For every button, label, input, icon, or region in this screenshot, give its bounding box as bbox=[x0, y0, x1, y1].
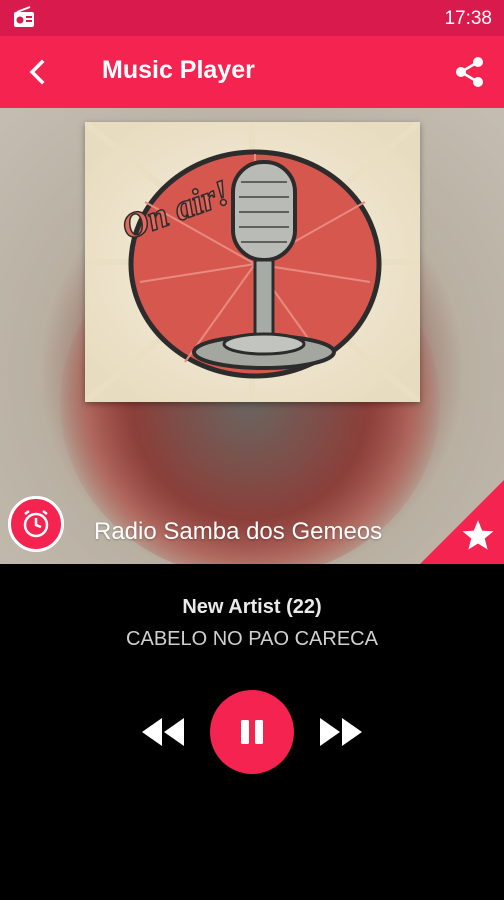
station-cover-art: On air! bbox=[85, 122, 420, 402]
radio-icon bbox=[14, 6, 34, 27]
status-bar: 17:38 bbox=[0, 0, 504, 36]
player-panel: New Artist (22) CABELO NO PAO CARECA bbox=[0, 564, 504, 900]
now-playing-song: CABELO NO PAO CARECA bbox=[126, 628, 378, 650]
share-icon[interactable] bbox=[448, 50, 492, 94]
app-toolbar: Music Player bbox=[0, 36, 504, 108]
alarm-clock-icon bbox=[23, 510, 49, 538]
on-air-microphone-illustration: On air! bbox=[85, 122, 420, 402]
station-hero: On air! Radio Samba dos Gemeos bbox=[0, 108, 504, 564]
fast-forward-icon[interactable] bbox=[318, 712, 366, 752]
pause-button[interactable] bbox=[210, 690, 294, 774]
rewind-icon[interactable] bbox=[138, 712, 186, 752]
sleep-timer-button[interactable] bbox=[8, 496, 64, 552]
back-arrow-icon[interactable] bbox=[16, 50, 60, 94]
status-time: 17:38 bbox=[444, 8, 492, 29]
pause-icon bbox=[241, 720, 263, 744]
now-playing-artist: New Artist (22) bbox=[182, 596, 322, 618]
star-icon[interactable] bbox=[460, 518, 496, 554]
page-title: Music Player bbox=[102, 56, 255, 84]
station-name: Radio Samba dos Gemeos bbox=[94, 518, 383, 545]
